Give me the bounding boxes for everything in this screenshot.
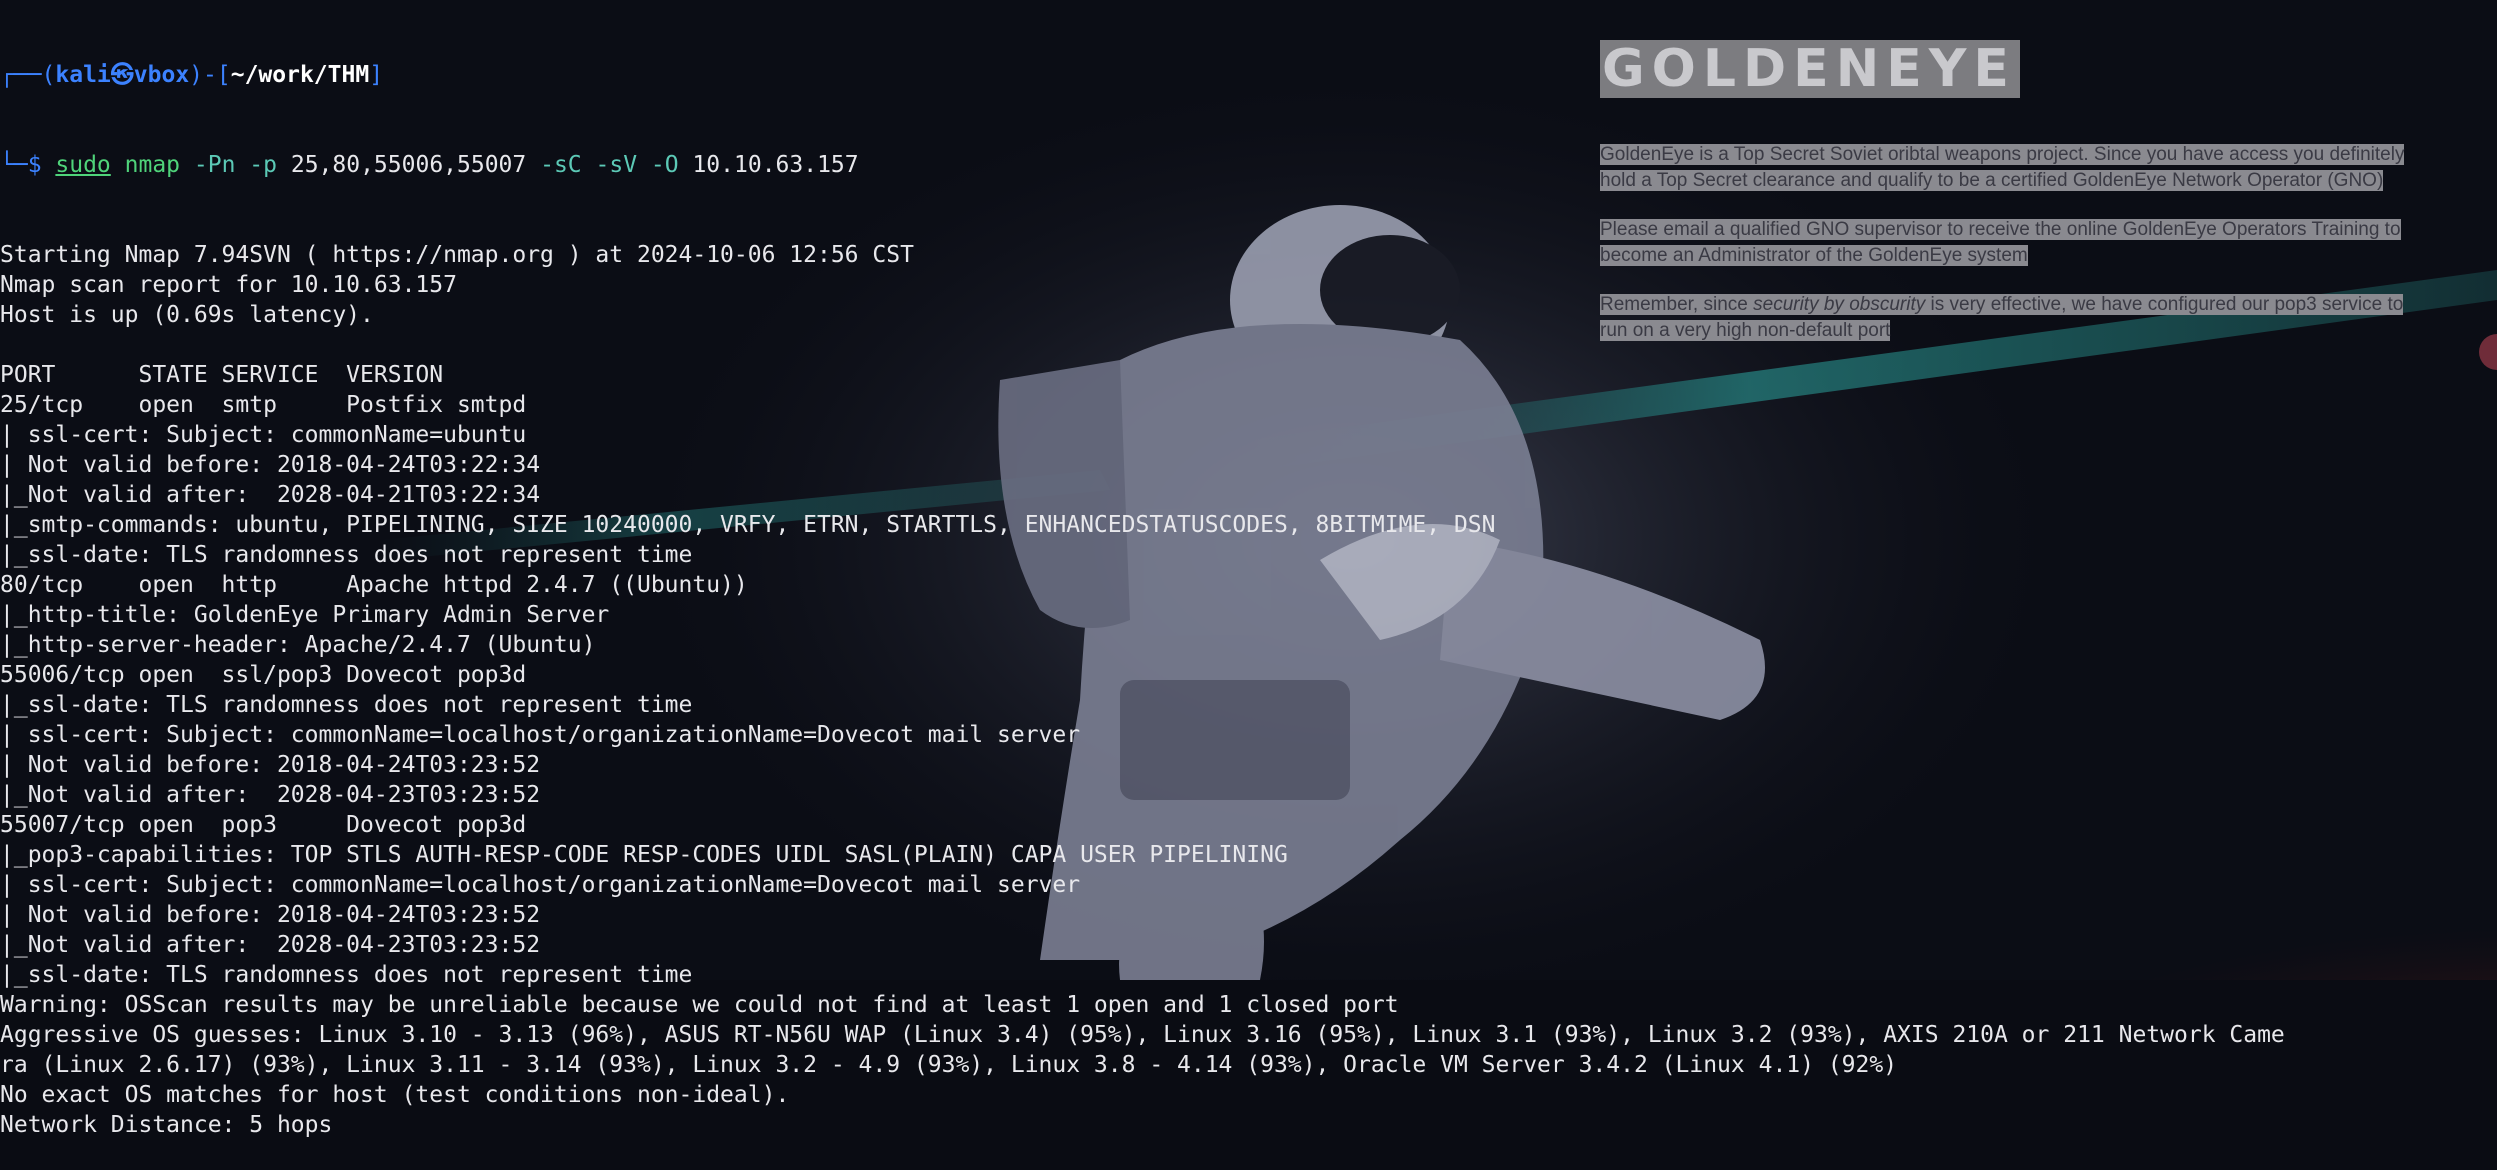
goldeneye-paragraph-2: Please email a qualified GNO supervisor … [1600,217,2460,269]
output-line: Network Distance: 5 hops [0,1112,333,1138]
prompt-arrow: └─$ [0,152,56,178]
output-line: 55007/tcp open pop3 Dovecot pop3d [0,812,527,838]
output-line: |_pop3-capabilities: TOP STLS AUTH-RESP-… [0,842,1288,868]
output-line: 80/tcp open http Apache httpd 2.4.7 ((Ub… [0,572,748,598]
output-line: | ssl-cert: Subject: commonName=localhos… [0,872,1081,898]
goldeneye-page-overlay: GOLDENEYE GoldenEye is a Top Secret Sovi… [1600,40,2460,344]
goldeneye-p1-line1: GoldenEye is a Top Secret Soviet oribtal… [1600,144,2405,165]
prompt-corner: ┌──( [0,62,56,88]
prompt-separator: )-[ [189,62,231,88]
output-line: |_ssl-date: TLS randomness does not repr… [0,692,693,718]
output-line: |_http-title: GoldenEye Primary Admin Se… [0,602,610,628]
output-line: |_Not valid after: 2028-04-23T03:23:52 [0,782,541,808]
goldeneye-paragraph-1: GoldenEye is a Top Secret Soviet oribtal… [1600,142,2460,194]
output-line: | Not valid before: 2018-04-24T03:22:34 [0,452,541,478]
output-line: |_ssl-date: TLS randomness does not repr… [0,542,693,568]
prompt-symbol: ㉿ [110,62,134,88]
command-ports: 25,80,55006,55007 [290,152,527,178]
goldeneye-p3-line2: run on a very high non-default port [1600,320,1891,341]
goldeneye-p1-line2: hold a Top Secret clearance and qualify … [1600,170,2384,191]
output-line: ra (Linux 2.6.17) (93%), Linux 3.11 - 3.… [0,1052,1898,1078]
prompt-user: kali [55,62,111,88]
command-flags-a: -Pn -p [193,152,277,178]
command-target: 10.10.63.157 [692,152,859,178]
output-line: | ssl-cert: Subject: commonName=ubuntu [0,422,527,448]
command-program: nmap [124,152,181,178]
command-sudo: sudo [55,152,111,178]
output-line: | Not valid before: 2018-04-24T03:23:52 [0,902,541,928]
output-line: | ssl-cert: Subject: commonName=localhos… [0,722,1081,748]
goldeneye-paragraph-3: Remember, since security by obscurity is… [1600,292,2460,344]
command-flags-b: -sC -sV -O [540,152,679,178]
output-line: Warning: OSScan results may be unreliabl… [0,992,1399,1018]
scan-output: Starting Nmap 7.94SVN ( https://nmap.org… [0,240,2497,1140]
goldeneye-p2-line1: Please email a qualified GNO supervisor … [1600,219,2401,240]
prompt-host: vbox [133,62,190,88]
output-line: |_ssl-date: TLS randomness does not repr… [0,962,693,988]
goldeneye-p3-emphasis: security by obscurity [1753,294,1926,315]
output-line: |_smtp-commands: ubuntu, PIPELINING, SIZ… [0,512,1496,538]
output-line: |_Not valid after: 2028-04-23T03:23:52 [0,932,541,958]
goldeneye-title: GOLDENEYE [1600,40,2020,98]
output-line: |_http-server-header: Apache/2.4.7 (Ubun… [0,632,596,658]
output-line: Aggressive OS guesses: Linux 3.10 - 3.13… [0,1022,2285,1048]
goldeneye-p2-line2: become an Administrator of the GoldenEye… [1600,245,2028,266]
output-line: No exact OS matches for host (test condi… [0,1082,790,1108]
output-line: |_Not valid after: 2028-04-21T03:22:34 [0,482,541,508]
prompt-close: ] [369,62,384,88]
output-line: | Not valid before: 2018-04-24T03:23:52 [0,752,541,778]
output-line: 55006/tcp open ssl/pop3 Dovecot pop3d [0,662,527,688]
prompt-path: ~/work/THM [230,62,370,88]
output-line: 25/tcp open smtp Postfix smtpd [0,392,527,418]
goldeneye-p3-pre: Remember, since [1600,294,1754,315]
goldeneye-p3-post: is very effective, we have configured ou… [1925,294,2404,315]
output-line: PORT STATE SERVICE VERSION [0,362,444,388]
